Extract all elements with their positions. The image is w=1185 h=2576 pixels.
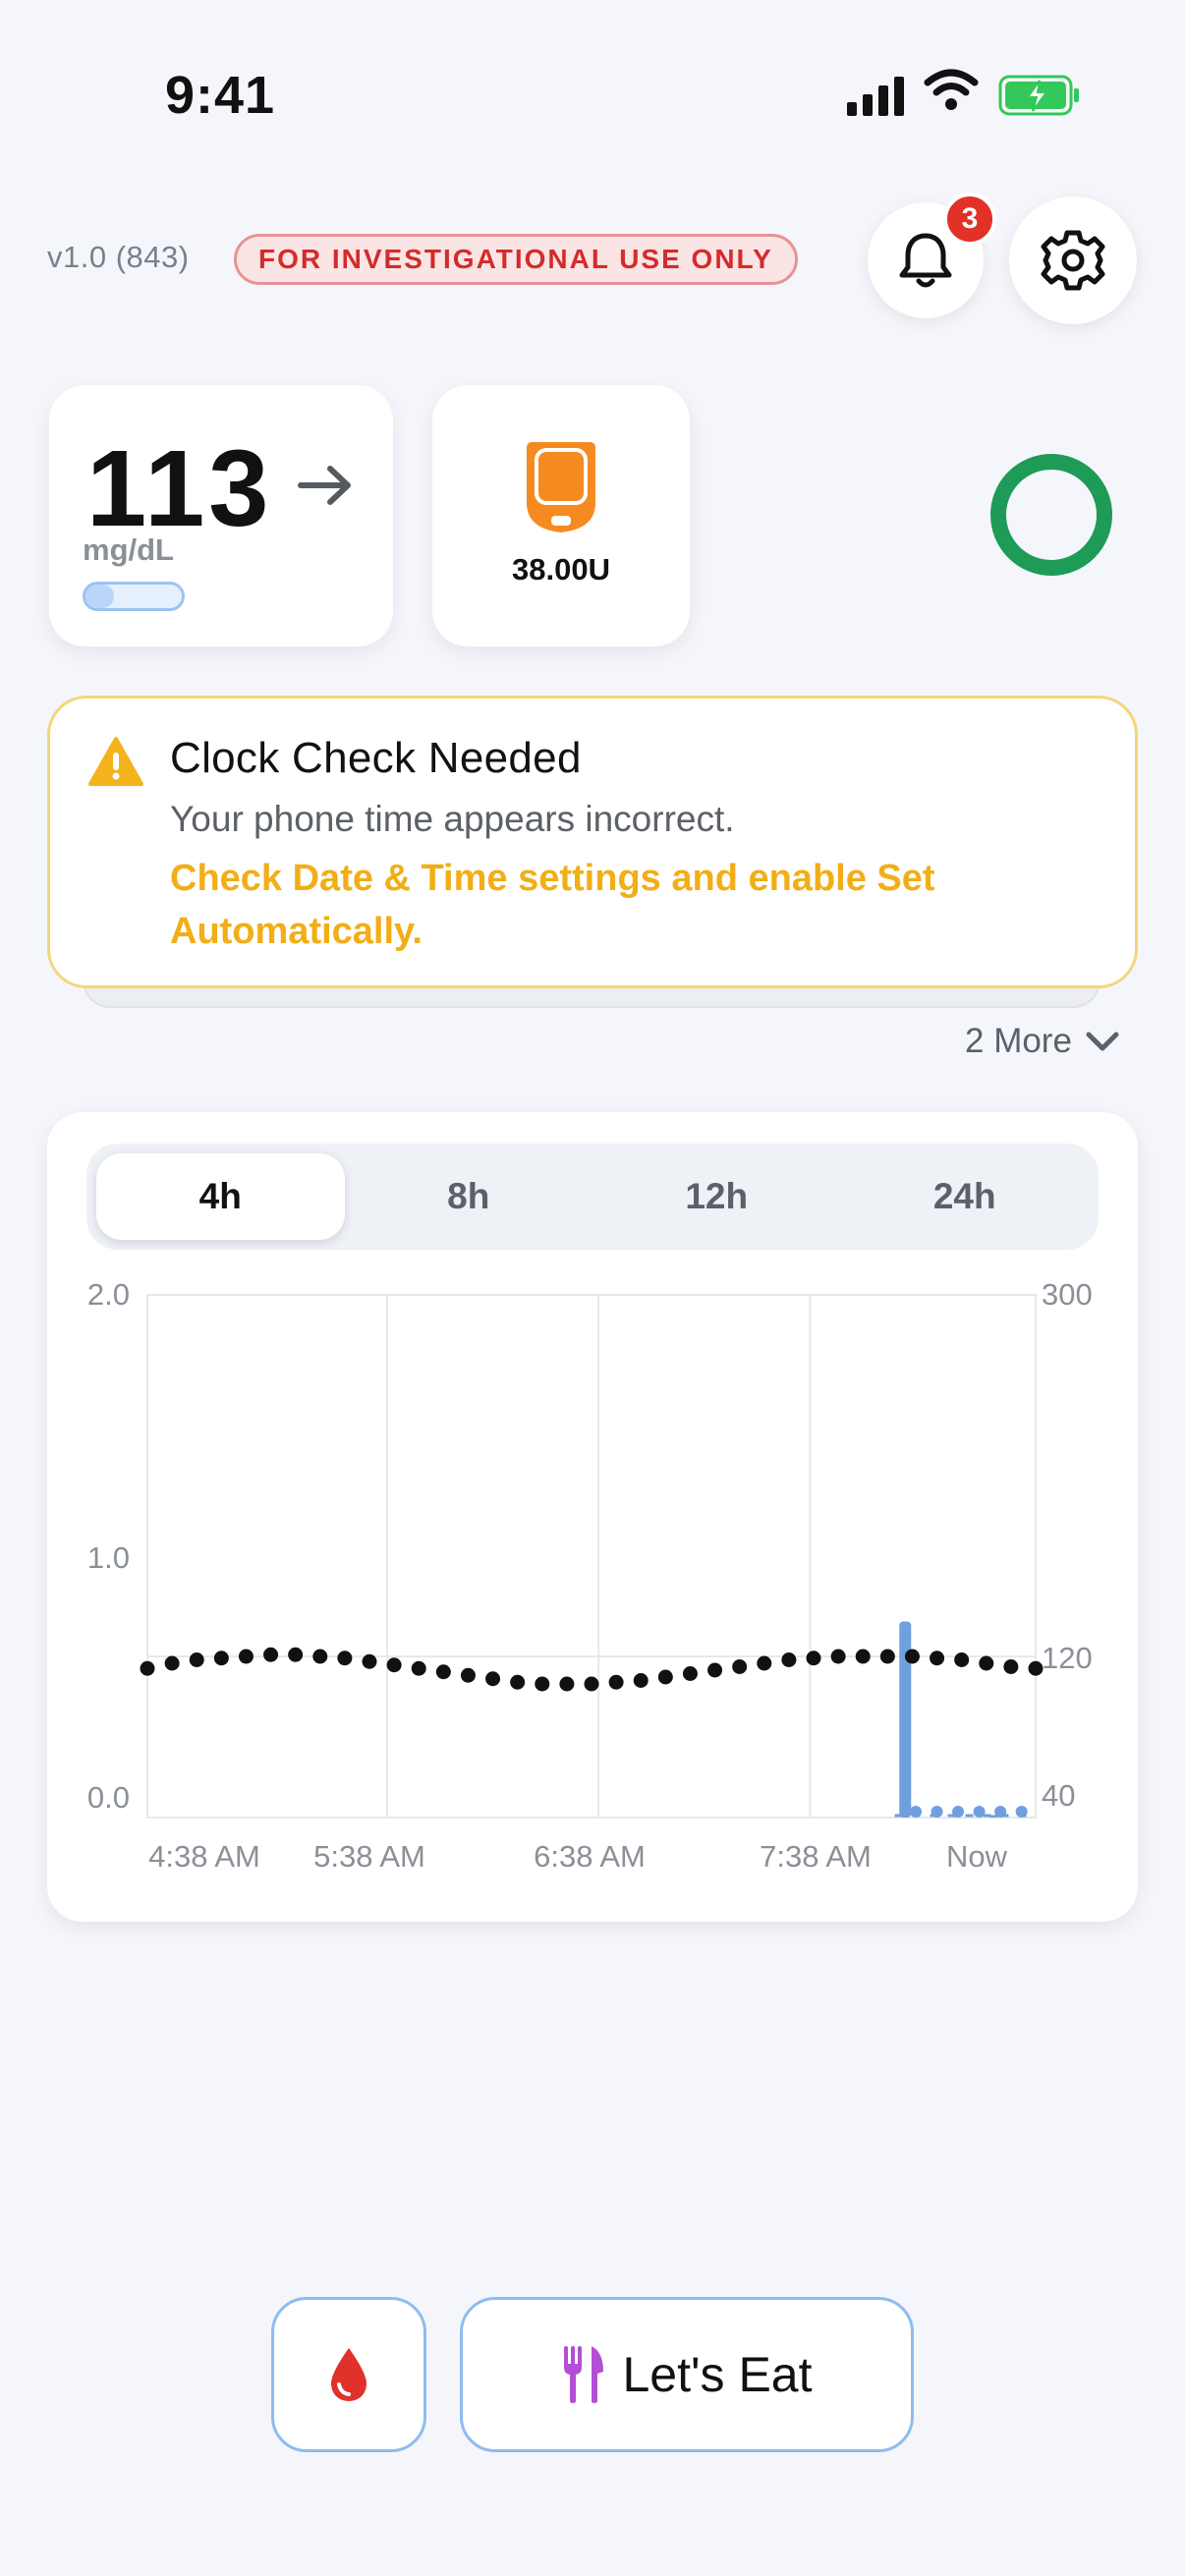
left-axis-tick: 0.0 (87, 1780, 130, 1815)
sensor-life-indicator (83, 582, 185, 611)
glucose-point (954, 1652, 970, 1667)
glucose-point (707, 1662, 723, 1678)
insulin-bar (987, 1815, 999, 1818)
investigational-use-badge: FOR INVESTIGATIONAL USE ONLY (234, 234, 798, 285)
glucose-point (411, 1660, 426, 1676)
glucose-point (435, 1664, 451, 1680)
system-status-ring[interactable] (990, 454, 1112, 576)
battery-charging-icon (998, 75, 1079, 116)
glucose-chart-card: 4h 8h 12h 24h 2.0 1.0 0.0 300 120 40 4:38 AM 5:… (47, 1112, 1138, 1922)
cellular-signal-icon (847, 77, 904, 116)
glucose-point (460, 1667, 476, 1683)
glucose-point (608, 1674, 624, 1690)
tab-4h[interactable]: 4h (96, 1153, 345, 1240)
glucose-point (535, 1676, 550, 1692)
glucose-point (806, 1651, 821, 1666)
glucose-point (140, 1660, 155, 1676)
x-axis-tick: 6:38 AM (534, 1839, 646, 1874)
time-range-selector: 4h 8h 12h 24h (86, 1144, 1099, 1250)
glucose-point (682, 1666, 698, 1681)
settings-button[interactable] (1009, 196, 1137, 324)
glucose-point (904, 1649, 920, 1664)
glucose-point (337, 1651, 353, 1666)
notification-count-badge: 3 (943, 193, 996, 246)
insulin-pod-icon (527, 442, 595, 532)
glucose-point (855, 1649, 871, 1664)
glucose-point (979, 1655, 994, 1671)
glucose-point (164, 1655, 180, 1671)
bell-icon (899, 233, 952, 288)
alert-action-text: Check Date & Time settings and enable Se… (170, 858, 935, 952)
x-axis-tick: 7:38 AM (760, 1839, 872, 1874)
glucose-point (386, 1657, 402, 1673)
alert-title: Clock Check Needed (170, 734, 582, 782)
glucose-unit: mg/dL (83, 532, 174, 567)
tab-8h[interactable]: 8h (345, 1153, 593, 1240)
glucose-point (213, 1651, 229, 1666)
trend-arrow-right-icon (298, 466, 351, 505)
warning-icon (88, 737, 143, 786)
tab-24h[interactable]: 24h (841, 1153, 1090, 1240)
more-alerts-toggle[interactable]: 2 More (965, 1022, 1119, 1061)
gear-icon (1041, 230, 1105, 291)
chevron-down-icon (1086, 1032, 1119, 1051)
left-axis-tick: 1.0 (87, 1540, 130, 1575)
glucose-point (732, 1659, 748, 1674)
glucose-point (189, 1652, 204, 1667)
glucose-point (312, 1649, 328, 1664)
glucose-point (1003, 1659, 1019, 1674)
glucose-point (757, 1655, 772, 1671)
glucose-point (362, 1653, 377, 1669)
right-axis-tick: 40 (1042, 1778, 1075, 1813)
right-axis-tick: 300 (1042, 1277, 1093, 1312)
left-axis-tick: 2.0 (87, 1277, 130, 1312)
x-axis-tick: Now (946, 1839, 1008, 1874)
glucose-card[interactable]: 113 mg/dL (49, 385, 393, 646)
right-axis-tick: 120 (1042, 1641, 1093, 1675)
glucose-point (263, 1647, 279, 1662)
pod-insulin-remaining: 38.00U (512, 552, 610, 587)
glucose-point (633, 1673, 649, 1688)
blood-glucose-button[interactable] (271, 2297, 426, 2452)
glucose-point (559, 1676, 575, 1692)
clock-check-alert[interactable]: Clock Check Needed Your phone time appea… (47, 696, 1138, 988)
glucose-point (657, 1669, 673, 1685)
more-alerts-label: 2 More (965, 1022, 1072, 1060)
lets-eat-button[interactable]: Let's Eat (460, 2297, 914, 2452)
glucose-point (781, 1652, 797, 1667)
x-axis-tick: 4:38 AM (148, 1839, 260, 1874)
fork-knife-icon (563, 2346, 603, 2403)
alert-body: Your phone time appears incorrect. (170, 799, 735, 839)
glucose-insulin-chart: 2.0 1.0 0.0 300 120 40 4:38 AM 5:38 AM 6:38 AM 7:… (87, 1277, 1093, 1874)
glucose-point (238, 1649, 254, 1664)
investigational-use-label: FOR INVESTIGATIONAL USE ONLY (258, 244, 773, 274)
glucose-point (288, 1647, 304, 1662)
pod-card[interactable]: 38.00U (432, 385, 690, 646)
app-version: v1.0 (843) (47, 240, 190, 274)
wifi-icon (924, 69, 979, 110)
glucose-point (930, 1651, 945, 1666)
blood-drop-icon (331, 2348, 367, 2401)
glucose-point (879, 1649, 895, 1664)
glucose-point (485, 1671, 501, 1687)
glucose-point (510, 1674, 526, 1690)
lets-eat-label: Let's Eat (622, 2347, 813, 2402)
glucose-point (584, 1676, 599, 1692)
tab-12h[interactable]: 12h (592, 1153, 841, 1240)
x-axis-tick: 5:38 AM (313, 1839, 425, 1874)
glucose-point (830, 1649, 846, 1664)
sensor-life-fill (85, 585, 115, 608)
status-bar-time: 9:41 (165, 66, 276, 125)
